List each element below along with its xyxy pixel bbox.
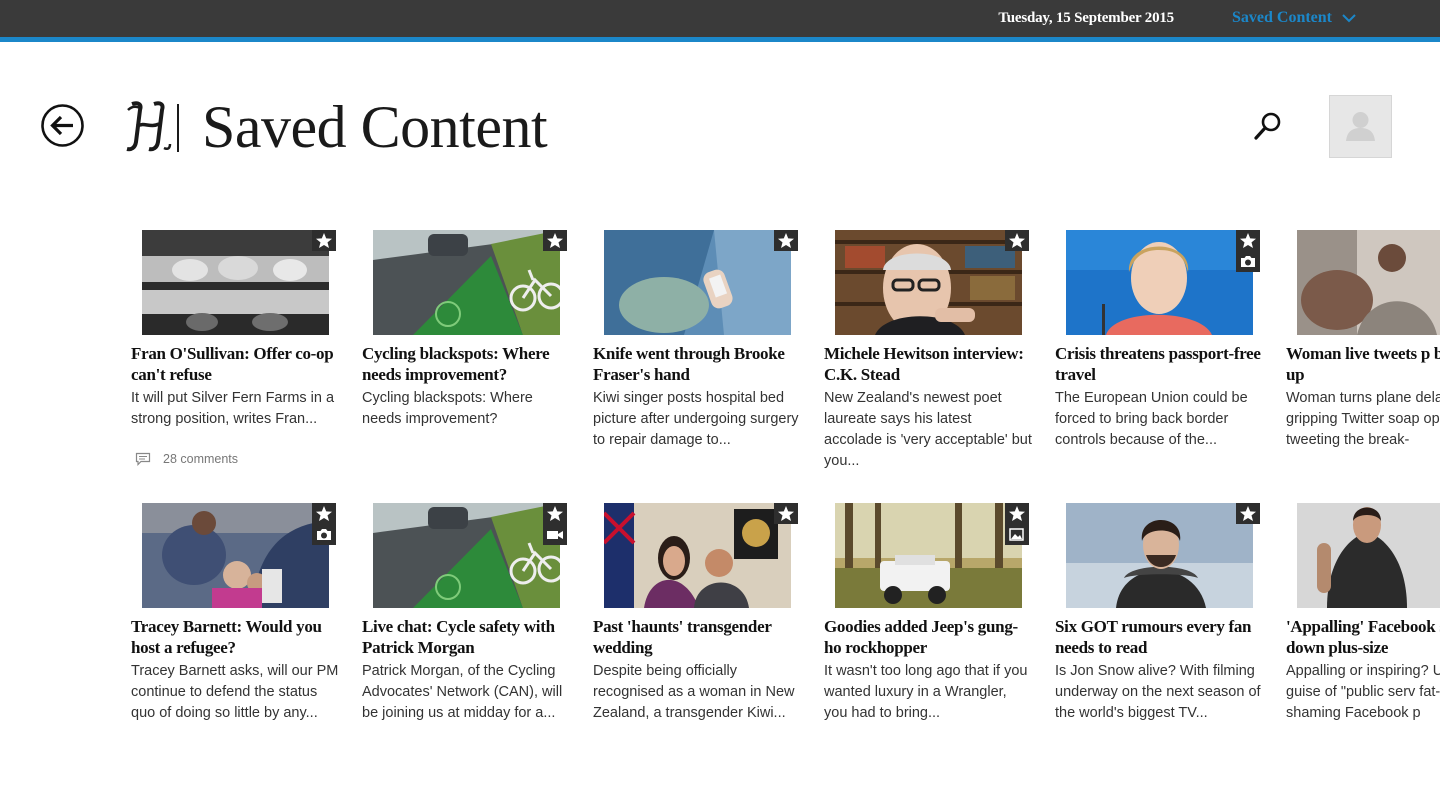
saved-badge — [543, 230, 567, 251]
article-summary: Is Jon Snow alive? With filming underway… — [1055, 663, 1261, 721]
saved-badge — [312, 230, 336, 251]
back-button[interactable] — [40, 103, 85, 148]
article-summary: Patrick Morgan, of the Cycling Advocates… — [362, 663, 563, 721]
article-thumbnail — [1297, 230, 1440, 335]
section-menu-dropdown[interactable]: Saved Content — [1232, 9, 1356, 27]
star-icon — [1240, 506, 1256, 521]
star-icon — [547, 233, 563, 248]
user-avatar-icon — [1346, 112, 1375, 141]
search-button[interactable] — [1252, 110, 1284, 142]
saved-badge — [312, 503, 336, 545]
comments-count-label: 28 comments — [163, 452, 239, 466]
article-thumbnail — [604, 230, 791, 335]
article-thumbnail — [1297, 503, 1440, 608]
gallery-icon — [1009, 528, 1024, 541]
saved-badge — [1005, 230, 1029, 251]
article-thumbnail — [604, 503, 791, 608]
article-summary: Kiwi singer posts hospital bed picture a… — [593, 390, 799, 448]
herald-logo — [124, 98, 182, 156]
chevron-down-icon — [1342, 14, 1356, 23]
article-summary: Cycling blackspots: Where needs improvem… — [362, 390, 533, 427]
star-icon — [1009, 233, 1025, 248]
article-headline: Live chat: Cycle safety with Patrick Mor… — [362, 617, 555, 657]
article-summary: The European Union could be forced to br… — [1055, 390, 1248, 448]
article-headline: Tracey Barnett: Would you host a refugee… — [131, 617, 322, 657]
star-icon — [316, 506, 332, 521]
article-headline: Six GOT rumours every fan needs to read — [1055, 617, 1252, 657]
article-thumbnail — [835, 503, 1022, 608]
article-headline: Woman live tweets p break-up — [1286, 344, 1440, 384]
saved-badge — [1236, 503, 1260, 524]
page-title: Saved Content — [202, 94, 548, 160]
article-thumbnail — [1066, 230, 1253, 335]
user-avatar-button[interactable] — [1329, 95, 1392, 158]
article-headline: Goodies added Jeep's gung-ho rockhopper — [824, 617, 1018, 657]
article-summary: It wasn't too long ago that if you wante… — [824, 663, 1028, 721]
comments-count[interactable]: 28 comments — [135, 452, 238, 466]
star-icon — [778, 506, 794, 521]
star-icon — [547, 506, 563, 521]
article-thumbnail — [373, 503, 560, 608]
camera-icon — [1241, 256, 1255, 267]
article-headline: Knife went through Brooke Fraser's hand — [593, 344, 785, 384]
saved-badge — [543, 503, 567, 545]
article-thumbnail — [1066, 503, 1253, 608]
article-headline: 'Appalling' Facebook slims down plus-siz… — [1286, 617, 1440, 657]
article-summary: Woman turns plane dela gripping Twitter … — [1286, 390, 1440, 448]
saved-badge — [774, 230, 798, 251]
article-summary: Despite being officially recognised as a… — [593, 663, 795, 721]
top-app-bar — [0, 0, 1440, 37]
current-date: Tuesday, 15 September 2015 — [998, 10, 1174, 26]
video-camera-icon — [547, 531, 563, 539]
article-headline: Michele Hewitson interview: C.K. Stead — [824, 344, 1024, 384]
article-thumbnail — [373, 230, 560, 335]
article-summary: Appalling or inspiring? U the guise of "… — [1286, 663, 1440, 721]
article-summary: It will put Silver Fern Farms in a stron… — [131, 390, 335, 427]
section-menu-label: Saved Content — [1232, 9, 1333, 26]
article-summary: New Zealand's newest poet laureate says … — [824, 390, 1032, 469]
article-headline: Past 'haunts' transgender wedding — [593, 617, 772, 657]
saved-badge — [774, 503, 798, 524]
camera-icon — [317, 529, 331, 540]
top-bar-accent-line — [0, 37, 1440, 42]
article-thumbnail — [142, 503, 329, 608]
back-arrow-icon — [41, 104, 84, 147]
star-icon — [1240, 233, 1256, 248]
article-summary: Tracey Barnett asks, will our PM continu… — [131, 663, 339, 721]
article-thumbnail — [142, 230, 329, 335]
saved-badge — [1005, 503, 1029, 545]
star-icon — [778, 233, 794, 248]
search-icon — [1254, 112, 1281, 140]
comment-icon — [135, 452, 151, 466]
star-icon — [1009, 506, 1025, 521]
article-headline: Fran O'Sullivan: Offer co-op can't refus… — [131, 344, 334, 384]
star-icon — [316, 233, 332, 248]
saved-badge — [1236, 230, 1260, 272]
article-headline: Cycling blackspots: Where needs improvem… — [362, 344, 550, 384]
article-thumbnail — [835, 230, 1022, 335]
herald-h-logo-icon — [126, 101, 179, 152]
article-headline: Crisis threatens passport-free travel — [1055, 344, 1261, 384]
